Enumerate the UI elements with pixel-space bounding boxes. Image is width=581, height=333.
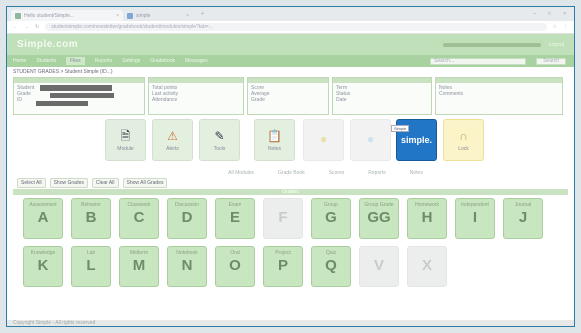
sub-tabs: All Modules Grade Book Scores Reports No… <box>77 167 574 178</box>
url-input[interactable]: studentsimple.com/newsletter/gradebook/s… <box>45 23 547 31</box>
grade-tile-i[interactable]: Independent I <box>455 198 495 239</box>
module-tile-idea-2[interactable]: ● <box>350 119 391 161</box>
info-panel-notes: Notes Comments <box>435 77 563 115</box>
info-panels: Student Grade ID Total points Last activ… <box>7 77 574 115</box>
window-controls: – □ × <box>533 11 574 17</box>
browser-tab-2[interactable]: simple × <box>123 10 193 21</box>
grade-tile-f[interactable]: F <box>263 198 303 239</box>
grade-tile-m[interactable]: Midterm M <box>119 246 159 287</box>
app-header: Simple.com Logout <box>7 34 574 55</box>
show-all-grades-button[interactable]: Show All Grades <box>122 178 168 188</box>
nav-item-messages[interactable]: Messages <box>185 58 208 64</box>
maximize-icon[interactable]: □ <box>548 11 551 17</box>
redacted-block <box>36 101 88 106</box>
back-icon[interactable]: ← <box>13 24 18 30</box>
grade-tile-q[interactable]: Quiz Q <box>311 246 351 287</box>
nav-item-settings[interactable]: Settings <box>122 58 140 64</box>
logout-link[interactable]: Logout <box>549 42 564 48</box>
redacted-block <box>40 85 112 91</box>
star-icon[interactable]: ☆ <box>553 24 557 30</box>
subtab-all-modules[interactable]: All Modules <box>228 170 254 176</box>
grade-tile-n[interactable]: Notebook N <box>167 246 207 287</box>
nav-item-gradebook[interactable]: Gradebook <box>150 58 175 64</box>
favicon-icon <box>15 12 21 19</box>
tab-title: Hello student/Simple... <box>24 12 75 19</box>
grade-grid: Assessment A Behavior B Classwork C Discuss… <box>7 195 574 305</box>
module-tile-lock[interactable]: ∩ Lock <box>443 119 484 161</box>
nav-item-reports[interactable]: Reports <box>95 58 113 64</box>
grade-tile-d[interactable]: Discussion D <box>167 198 207 239</box>
grade-tile-c[interactable]: Classwork C <box>119 198 159 239</box>
lightbulb-icon: ● <box>366 131 375 146</box>
browser-window: Hello student/Simple... × simple × + – □… <box>6 6 575 327</box>
close-icon[interactable]: × <box>116 13 119 19</box>
module-tile-idea-1[interactable]: ● <box>303 119 344 161</box>
close-window-icon[interactable]: × <box>563 11 566 17</box>
main-nav: Home Students Files Reports Settings Gra… <box>7 55 574 67</box>
reload-icon[interactable]: ↻ <box>35 24 39 30</box>
module-tile-document[interactable]: 🗎 Module <box>105 119 146 161</box>
grade-tile-g[interactable]: Group G <box>311 198 351 239</box>
new-tab-button[interactable]: + <box>193 11 204 17</box>
grade-tile-h[interactable]: Homework H <box>407 198 447 239</box>
app-logo[interactable]: Simple.com <box>17 39 78 50</box>
info-panel-student: Student Grade ID <box>13 77 145 115</box>
grade-tile-o[interactable]: Oral O <box>215 246 255 287</box>
menu-icon[interactable]: ⋮ <box>563 24 568 30</box>
module-tile-warning[interactable]: ⚠ Alerts <box>152 119 193 161</box>
header-bar <box>442 42 541 47</box>
lock-icon: ∩ <box>459 128 468 143</box>
grade-tile-a[interactable]: Assessment A <box>23 198 63 239</box>
grade-tile-e[interactable]: Exam E <box>215 198 255 239</box>
module-tile-pencil[interactable]: ✎ Tools <box>199 119 240 161</box>
tab-title: simple <box>136 12 151 19</box>
search-input[interactable]: Search... <box>430 57 526 65</box>
address-bar: ← → ↻ studentsimple.com/newsletter/grade… <box>7 21 574 34</box>
info-panel-score: Score Average Grade <box>247 77 329 115</box>
lightbulb-icon: ● <box>319 131 328 146</box>
browser-tab-1[interactable]: Hello student/Simple... × <box>11 10 123 21</box>
subtab-reports[interactable]: Reports <box>368 170 386 176</box>
grade-tile-p[interactable]: Project P <box>263 246 303 287</box>
subtab-notes[interactable]: Notes <box>410 170 423 176</box>
document-icon: 🗎 <box>120 128 131 143</box>
page-footer: Copyright Simple - All rights reserved <box>7 320 574 326</box>
grade-tile-l[interactable]: Lab L <box>71 246 111 287</box>
grade-tile-v[interactable]: V <box>359 246 399 287</box>
grade-tile-j[interactable]: Journal J <box>503 198 543 239</box>
grade-tile-gg[interactable]: Group Grade GG <box>359 198 399 239</box>
grade-tile-b[interactable]: Behavior B <box>71 198 111 239</box>
minimize-icon[interactable]: – <box>533 11 536 17</box>
nav-item-files[interactable]: Files <box>66 57 85 65</box>
browser-tabbar: Hello student/Simple... × simple × + – □… <box>7 7 574 21</box>
favicon-icon <box>127 12 133 19</box>
module-tiles: 🗎 Module ⚠ Alerts ✎ Tools 📋 Notes ● ● si… <box>7 119 574 167</box>
breadcrumb: STUDENT GRADES > Student Simple (ID...) <box>13 69 113 75</box>
subtab-grade-book[interactable]: Grade Book <box>278 170 305 176</box>
grade-tile-k[interactable]: Knowledge K <box>23 246 63 287</box>
search-button[interactable]: Search <box>536 57 566 65</box>
info-panel-term: Term Status Date <box>332 77 432 115</box>
pencil-icon: ✎ <box>214 128 225 143</box>
tooltip: Simple <box>391 125 410 132</box>
warning-icon: ⚠ <box>167 128 178 143</box>
nav-item-home[interactable]: Home <box>13 58 26 64</box>
filter-bar: Select All Show Grades Clear All Show Al… <box>7 178 574 188</box>
clear-all-button[interactable]: Clear All <box>91 178 119 188</box>
info-panel-activity: Total points Last activity Attendance <box>148 77 244 115</box>
forward-icon[interactable]: → <box>24 24 29 30</box>
notes-icon: 📋 <box>267 128 282 143</box>
select-all-button[interactable]: Select All <box>17 178 46 188</box>
grade-tile-x[interactable]: X <box>407 246 447 287</box>
module-tile-notes[interactable]: 📋 Notes <box>254 119 295 161</box>
simple-logo-icon: simple. <box>400 135 432 145</box>
nav-item-students[interactable]: Students <box>36 58 56 64</box>
redacted-block <box>50 93 114 98</box>
show-grades-button[interactable]: Show Grades <box>49 178 88 188</box>
subtab-scores[interactable]: Scores <box>329 170 345 176</box>
close-icon[interactable]: × <box>186 13 189 19</box>
